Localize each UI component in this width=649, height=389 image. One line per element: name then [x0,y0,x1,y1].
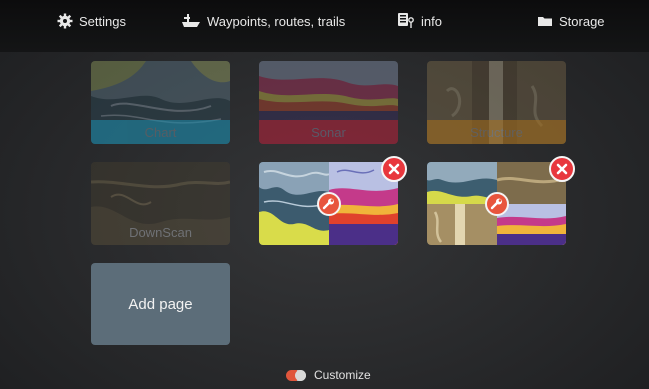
delete-chart-sonar-button[interactable] [381,156,407,182]
chart-label: Chart [144,124,177,140]
downscan-page-tile[interactable]: DownScan [91,162,230,245]
info-label: info [421,13,442,29]
structure-label: Structure [470,124,523,140]
sonar-label-bar: Sonar [259,120,398,144]
storage-label: Storage [559,13,605,29]
waypoints-label: Waypoints, routes, trails [207,13,346,29]
screen: Settings Waypoints, routes, trails info [0,0,649,389]
waypoints-tab[interactable]: Waypoints, routes, trails [181,10,345,32]
settings-label: Settings [79,13,126,29]
top-bar: Settings Waypoints, routes, trails info [0,0,649,52]
wrench-icon [490,198,502,210]
boat-icon [182,14,200,27]
downscan-label: DownScan [129,224,192,240]
chart-label-bar: Chart [91,120,230,144]
delete-chart-structure-sonar-button[interactable] [549,156,575,182]
chart-page-tile[interactable]: Chart [91,61,230,144]
add-page-button[interactable]: Add page [91,263,230,345]
storage-tab[interactable]: Storage [537,10,605,32]
close-icon [388,163,400,175]
sonar-page-tile[interactable]: Sonar [259,61,398,144]
downscan-label-bar: DownScan [91,219,230,245]
edit-chart-sonar-button[interactable] [317,192,341,216]
toggle-icon [286,369,306,381]
gear-icon [57,13,73,29]
folder-icon [538,17,552,26]
structure-label-bar: Structure [427,120,566,144]
customize-label: Customize [314,368,371,382]
info-tab[interactable]: info [397,10,442,32]
settings-tab[interactable]: Settings [57,10,126,32]
wrench-icon [322,198,334,210]
structure-page-tile[interactable]: Structure [427,61,566,144]
edit-chart-structure-sonar-button[interactable] [485,192,509,216]
customize-toggle[interactable]: Customize [286,367,371,383]
add-page-label: Add page [128,295,193,313]
sonar-label: Sonar [311,124,346,140]
close-icon [556,163,568,175]
info-icon [398,13,414,28]
